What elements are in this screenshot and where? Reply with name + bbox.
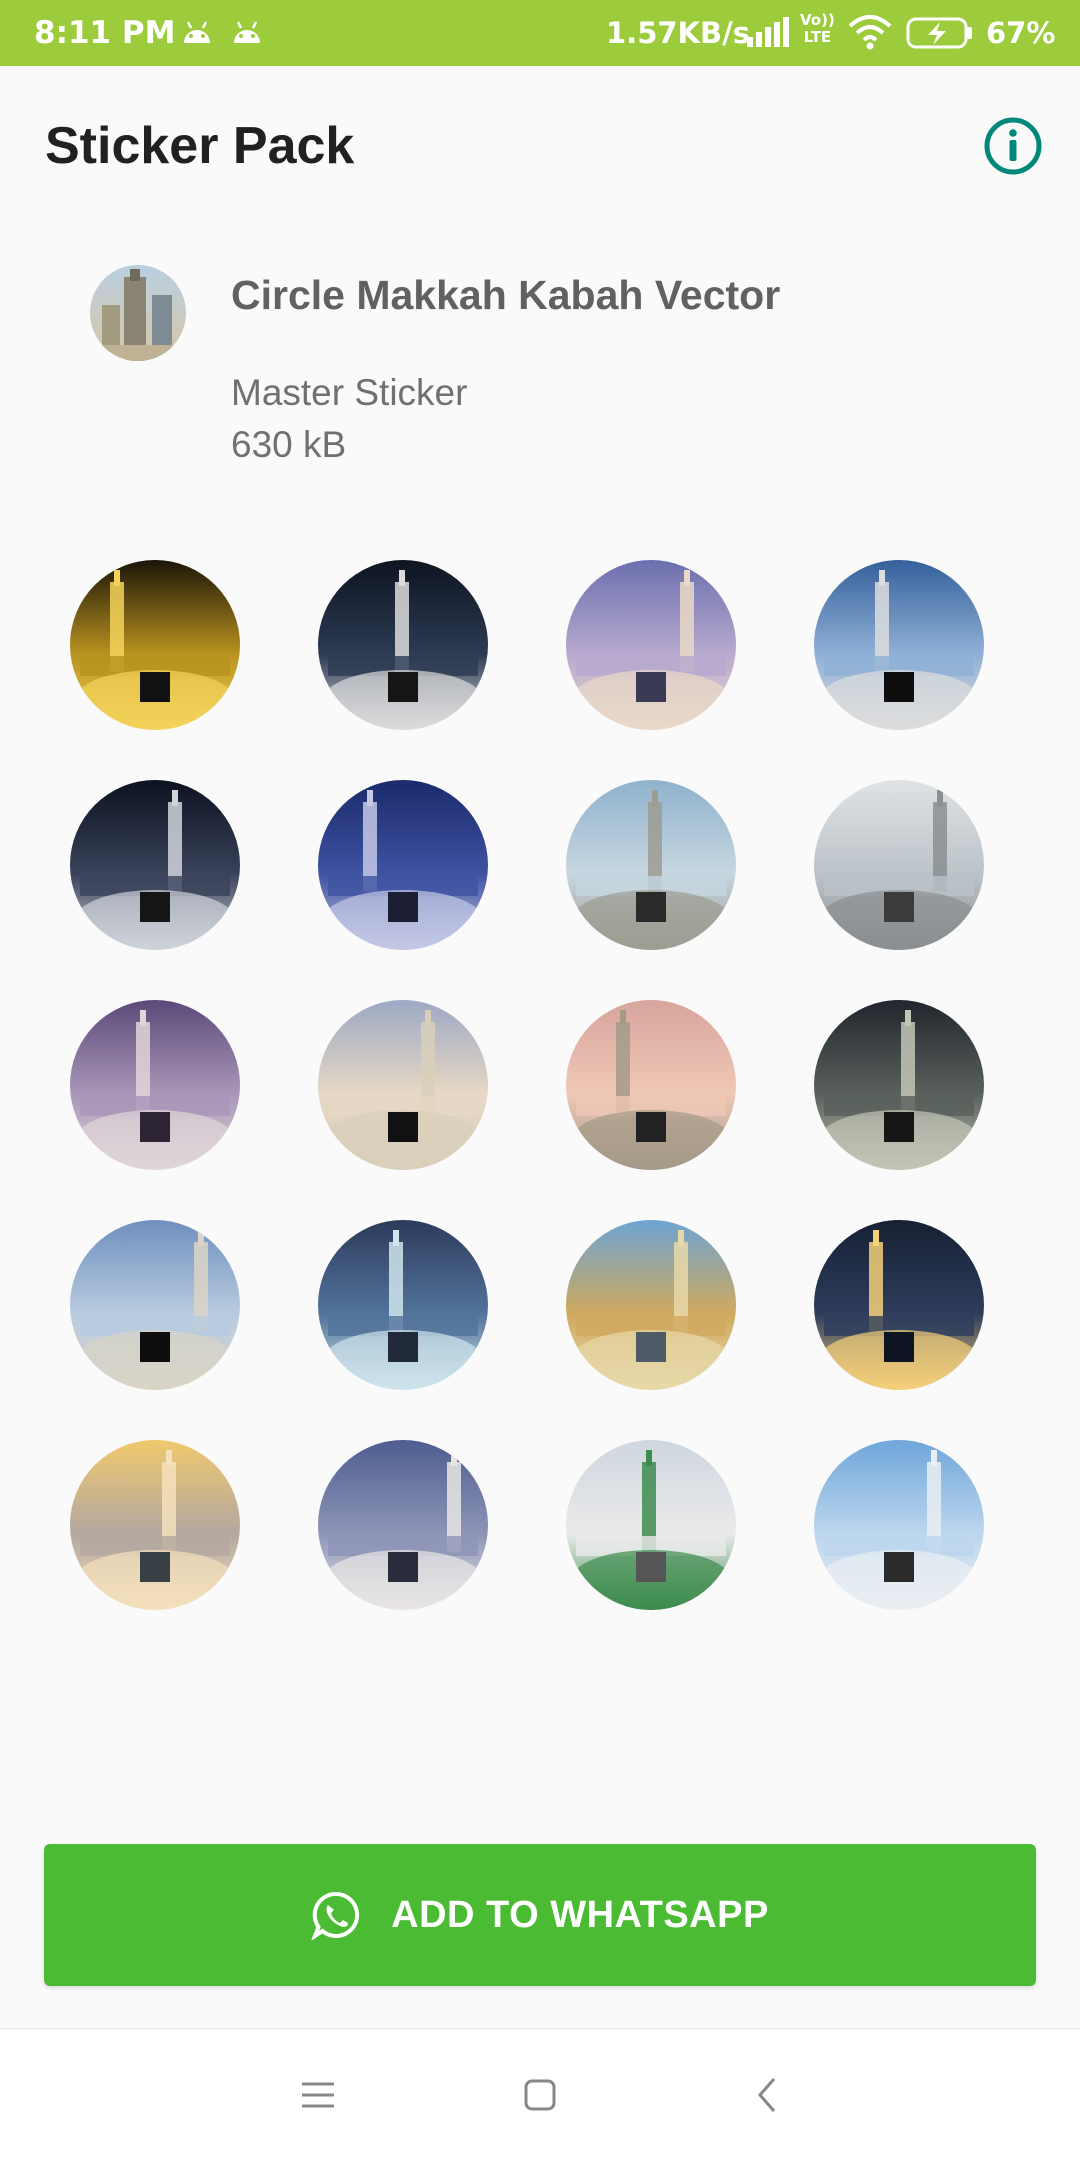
android-notification-icon <box>180 19 214 49</box>
sticker-image <box>814 1220 984 1390</box>
sticker-image <box>566 560 736 730</box>
sticker-image <box>318 1440 488 1610</box>
sticker-image <box>70 1000 240 1170</box>
umbrellas-sticker[interactable] <box>814 780 984 950</box>
wifi-icon <box>848 14 892 54</box>
haram-dusk-sticker[interactable] <box>70 1000 240 1170</box>
clock-tower-sunset-sticker[interactable] <box>566 1000 736 1170</box>
nabawi-plaza-sticker[interactable] <box>814 1440 984 1610</box>
info-icon[interactable] <box>983 116 1043 176</box>
sticker-image <box>318 1220 488 1390</box>
sticker-image <box>70 560 240 730</box>
clock-tower-day-sticker[interactable] <box>566 780 736 950</box>
kaaba-crowd-sticker[interactable] <box>70 1220 240 1390</box>
android-notification-icon <box>230 19 264 49</box>
sticker-image <box>318 1000 488 1170</box>
volte-indicator: Vo)) LTE <box>800 11 835 46</box>
status-time: 8:11 PM <box>34 15 176 51</box>
app-bar: Sticker Pack <box>0 66 1080 226</box>
sticker-image <box>814 560 984 730</box>
sticker-pack-header: Circle Makkah Kabah Vector Master Sticke… <box>0 250 1080 500</box>
sticker-image <box>814 1000 984 1170</box>
haram-aerial-sticker[interactable] <box>70 780 240 950</box>
clock-tower-sticker[interactable] <box>566 560 736 730</box>
sticker-image <box>70 1440 240 1610</box>
battery-percent: 67% <box>986 16 1056 50</box>
battery-icon <box>906 17 974 53</box>
nabawi-aerial-sticker[interactable] <box>318 1440 488 1610</box>
pack-publisher: Master Sticker <box>231 372 468 413</box>
kaaba-night-sticker[interactable] <box>70 560 240 730</box>
add-to-whatsapp-button[interactable]: ADD TO WHATSAPP <box>44 1844 1036 1986</box>
page-title: Sticker Pack <box>45 117 355 175</box>
network-speed: 1.57KB/s <box>606 16 750 50</box>
mosque-evening-sticker[interactable] <box>318 1220 488 1390</box>
sticker-image <box>318 780 488 950</box>
home-icon[interactable] <box>514 2069 566 2121</box>
status-bar: 8:11 PM 1.57KB/s Vo)) LTE 67% <box>0 0 1080 66</box>
sticker-image <box>70 1220 240 1390</box>
sticker-image <box>566 780 736 950</box>
sticker-image <box>566 1000 736 1170</box>
signal-icon <box>745 17 789 51</box>
whatsapp-icon <box>311 1890 361 1942</box>
pack-tray-icon <box>90 265 186 361</box>
sticker-image <box>814 1440 984 1610</box>
sticker-image <box>70 780 240 950</box>
sticker-grid <box>0 560 1080 1620</box>
nabawi-sunset-sticker[interactable] <box>70 1440 240 1610</box>
back-icon[interactable] <box>742 2069 794 2121</box>
haram-top-view-sticker[interactable] <box>814 1000 984 1170</box>
pack-name: Circle Makkah Kabah Vector <box>231 272 781 318</box>
makkah-city-night-sticker[interactable] <box>814 1220 984 1390</box>
system-nav-bar <box>0 2028 1080 2160</box>
sticker-image <box>318 560 488 730</box>
towers-night-sticker[interactable] <box>318 780 488 950</box>
sticker-image <box>566 1440 736 1610</box>
tower-upward-sticker[interactable] <box>566 1220 736 1390</box>
pack-size: 630 kB <box>231 424 347 465</box>
add-button-label: ADD TO WHATSAPP <box>391 1893 769 1936</box>
sticker-image <box>814 780 984 950</box>
kaaba-minarets-sticker[interactable] <box>318 560 488 730</box>
green-dome-sticker[interactable] <box>566 1440 736 1610</box>
menu-icon[interactable] <box>292 2069 344 2121</box>
sticker-image <box>566 1220 736 1390</box>
kaaba-closeup-sticker[interactable] <box>814 560 984 730</box>
kaaba-courtyard-sticker[interactable] <box>318 1000 488 1170</box>
